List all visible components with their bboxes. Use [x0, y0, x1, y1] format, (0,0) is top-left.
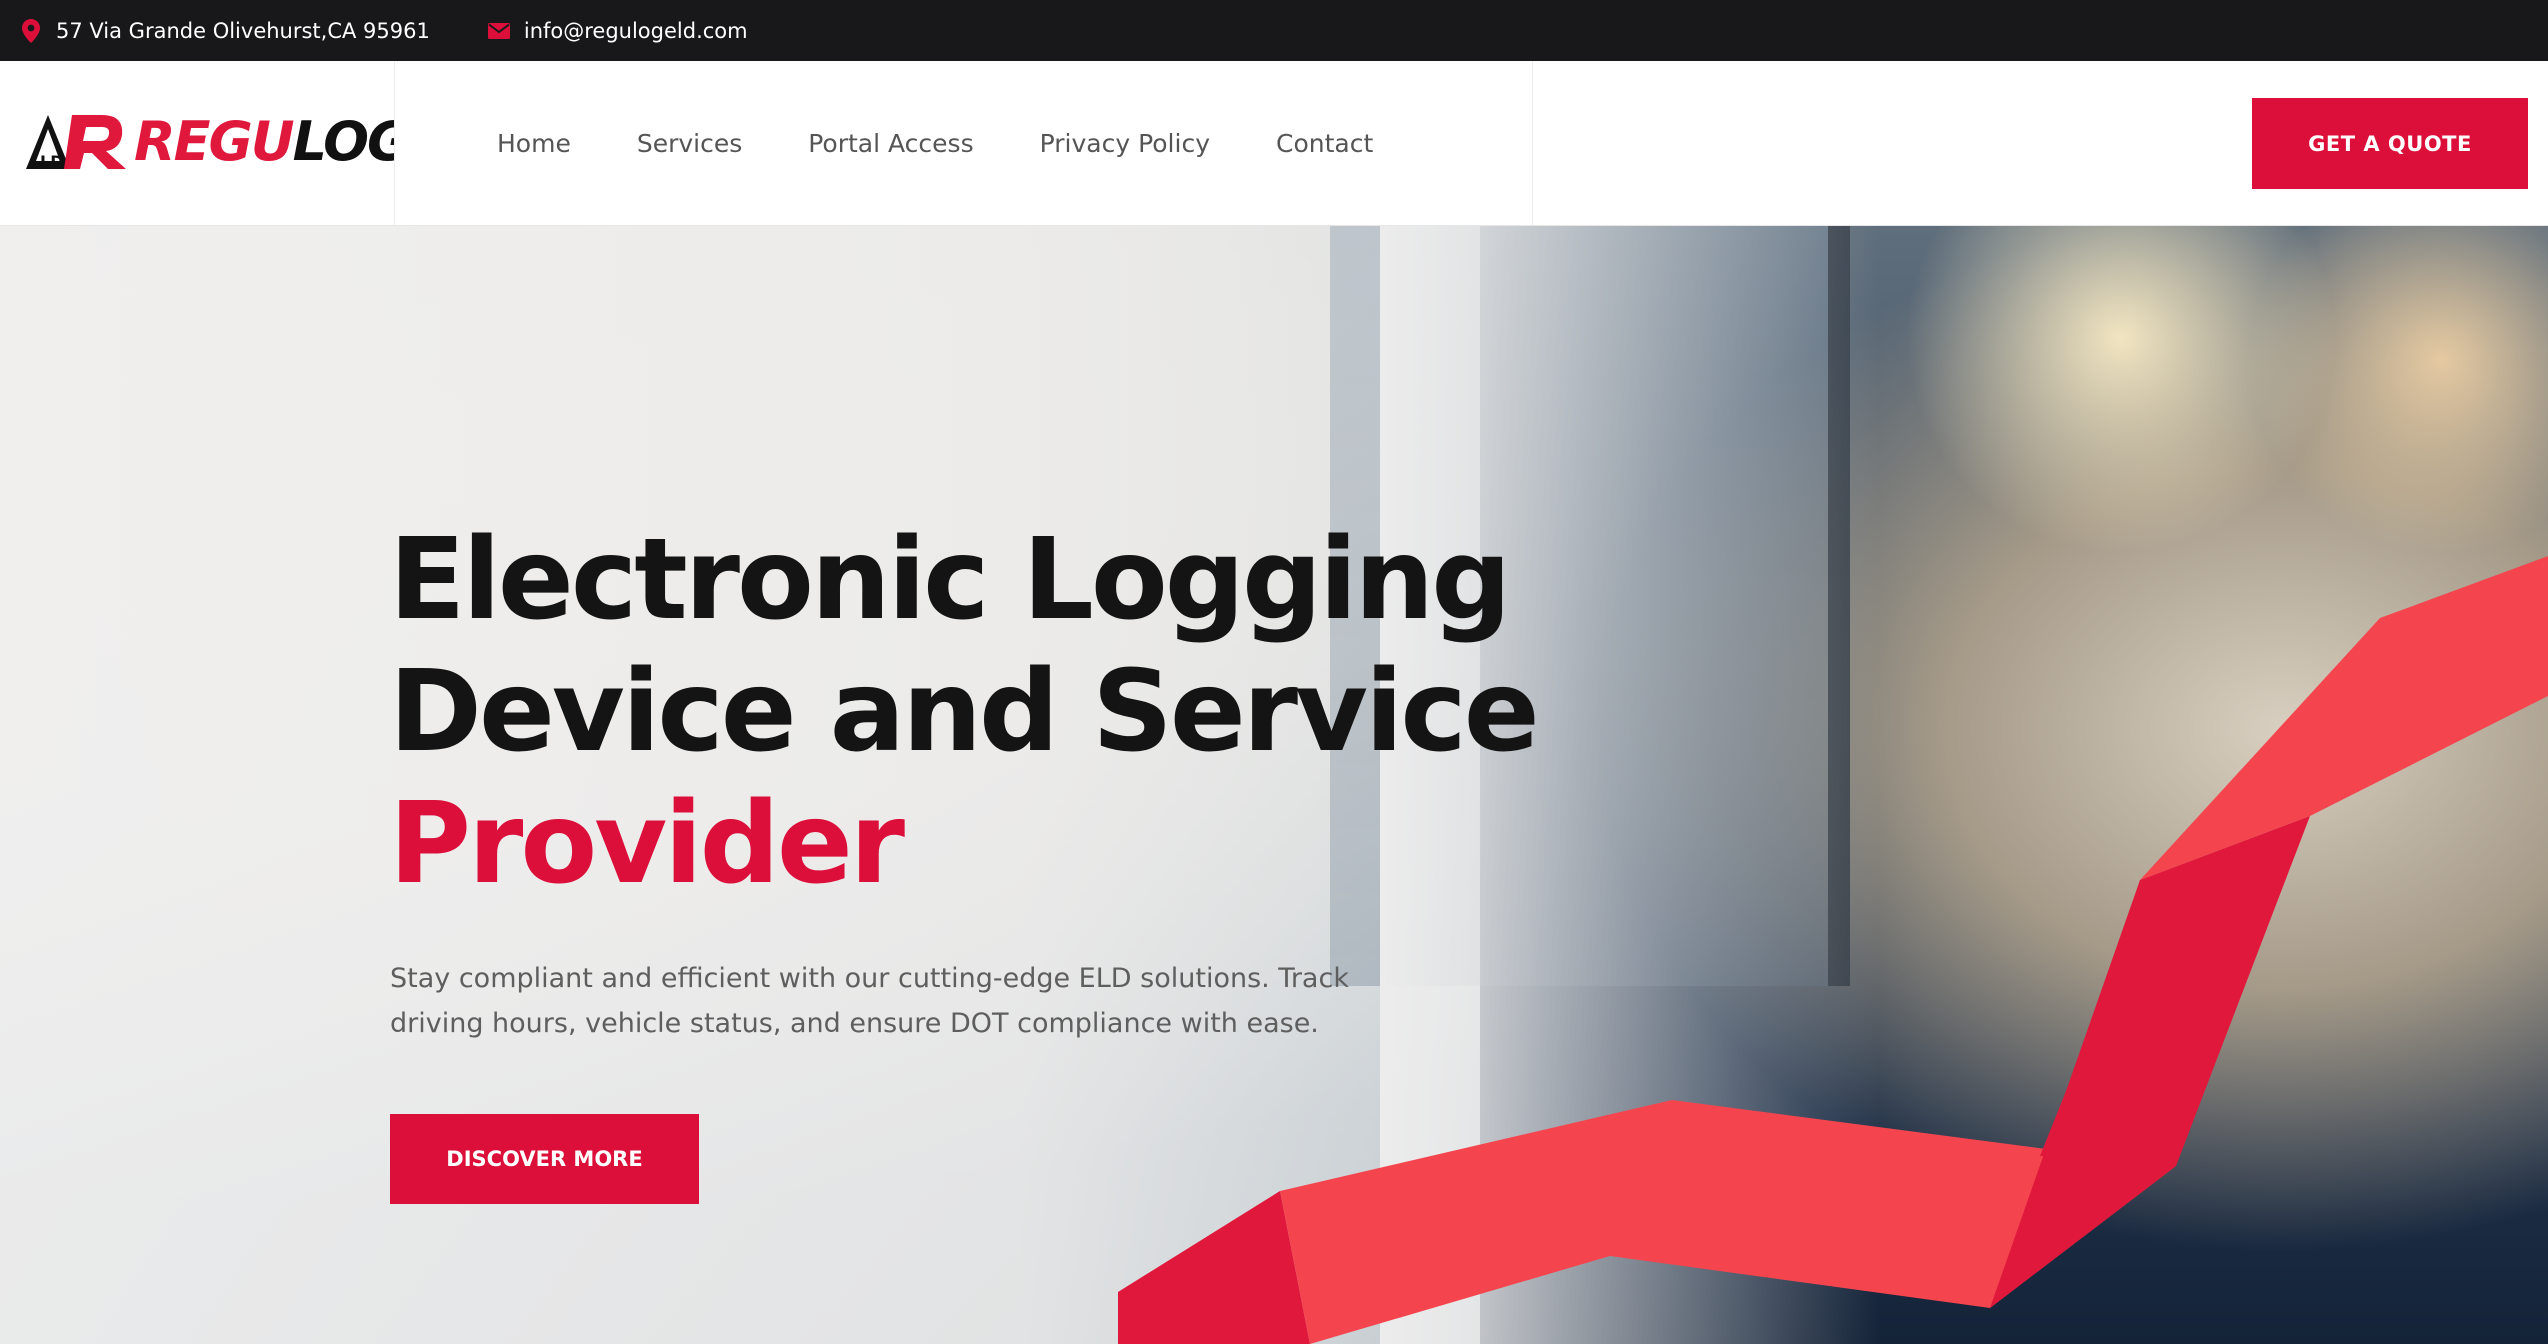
hero-title: Electronic Logging Device and Service Pr… — [389, 514, 1540, 910]
header-divider — [1532, 61, 1533, 226]
get-a-quote-button[interactable]: GET A QUOTE — [2252, 98, 2528, 189]
hero-title-line-1: Electronic Logging — [389, 515, 1511, 645]
eld-logo-icon: LD — [26, 115, 126, 171]
discover-more-button[interactable]: DISCOVER MORE — [390, 1114, 699, 1204]
hero-title-accent: Provider — [389, 779, 905, 909]
nav-services[interactable]: Services — [637, 129, 742, 158]
logo-wordmark-red: REGU — [134, 110, 295, 173]
envelope-icon — [487, 19, 510, 43]
site-header: LD REGULOG Home Services Portal Access P… — [0, 61, 2548, 226]
location-pin-icon — [20, 18, 42, 43]
main-nav: Home Services Portal Access Privacy Poli… — [497, 61, 1439, 226]
email-link[interactable]: info@regulogeld.com — [524, 19, 748, 43]
nav-privacy-policy[interactable]: Privacy Policy — [1040, 129, 1210, 158]
logo-wordmark-dark: LOG — [292, 110, 394, 173]
address-text: 57 Via Grande Olivehurst,CA 95961 — [56, 18, 430, 43]
address-item: 57 Via Grande Olivehurst,CA 95961 — [20, 18, 430, 43]
logo-wordmark: REGULOG — [134, 115, 394, 169]
nav-portal-access[interactable]: Portal Access — [808, 129, 973, 158]
nav-home[interactable]: Home — [497, 129, 571, 158]
logo[interactable]: LD REGULOG — [0, 61, 395, 226]
nav-contact[interactable]: Contact — [1276, 129, 1373, 158]
top-info-bar: 57 Via Grande Olivehurst,CA 95961 info@r… — [0, 0, 2548, 61]
hero-section: Electronic Logging Device and Service Pr… — [0, 226, 2548, 1344]
email-item[interactable]: info@regulogeld.com — [487, 19, 748, 43]
hero-title-line-2: Device and Service — [389, 647, 1540, 777]
hero-subtitle: Stay compliant and efficient with our cu… — [390, 963, 1349, 1039]
svg-text:LD: LD — [40, 152, 63, 171]
